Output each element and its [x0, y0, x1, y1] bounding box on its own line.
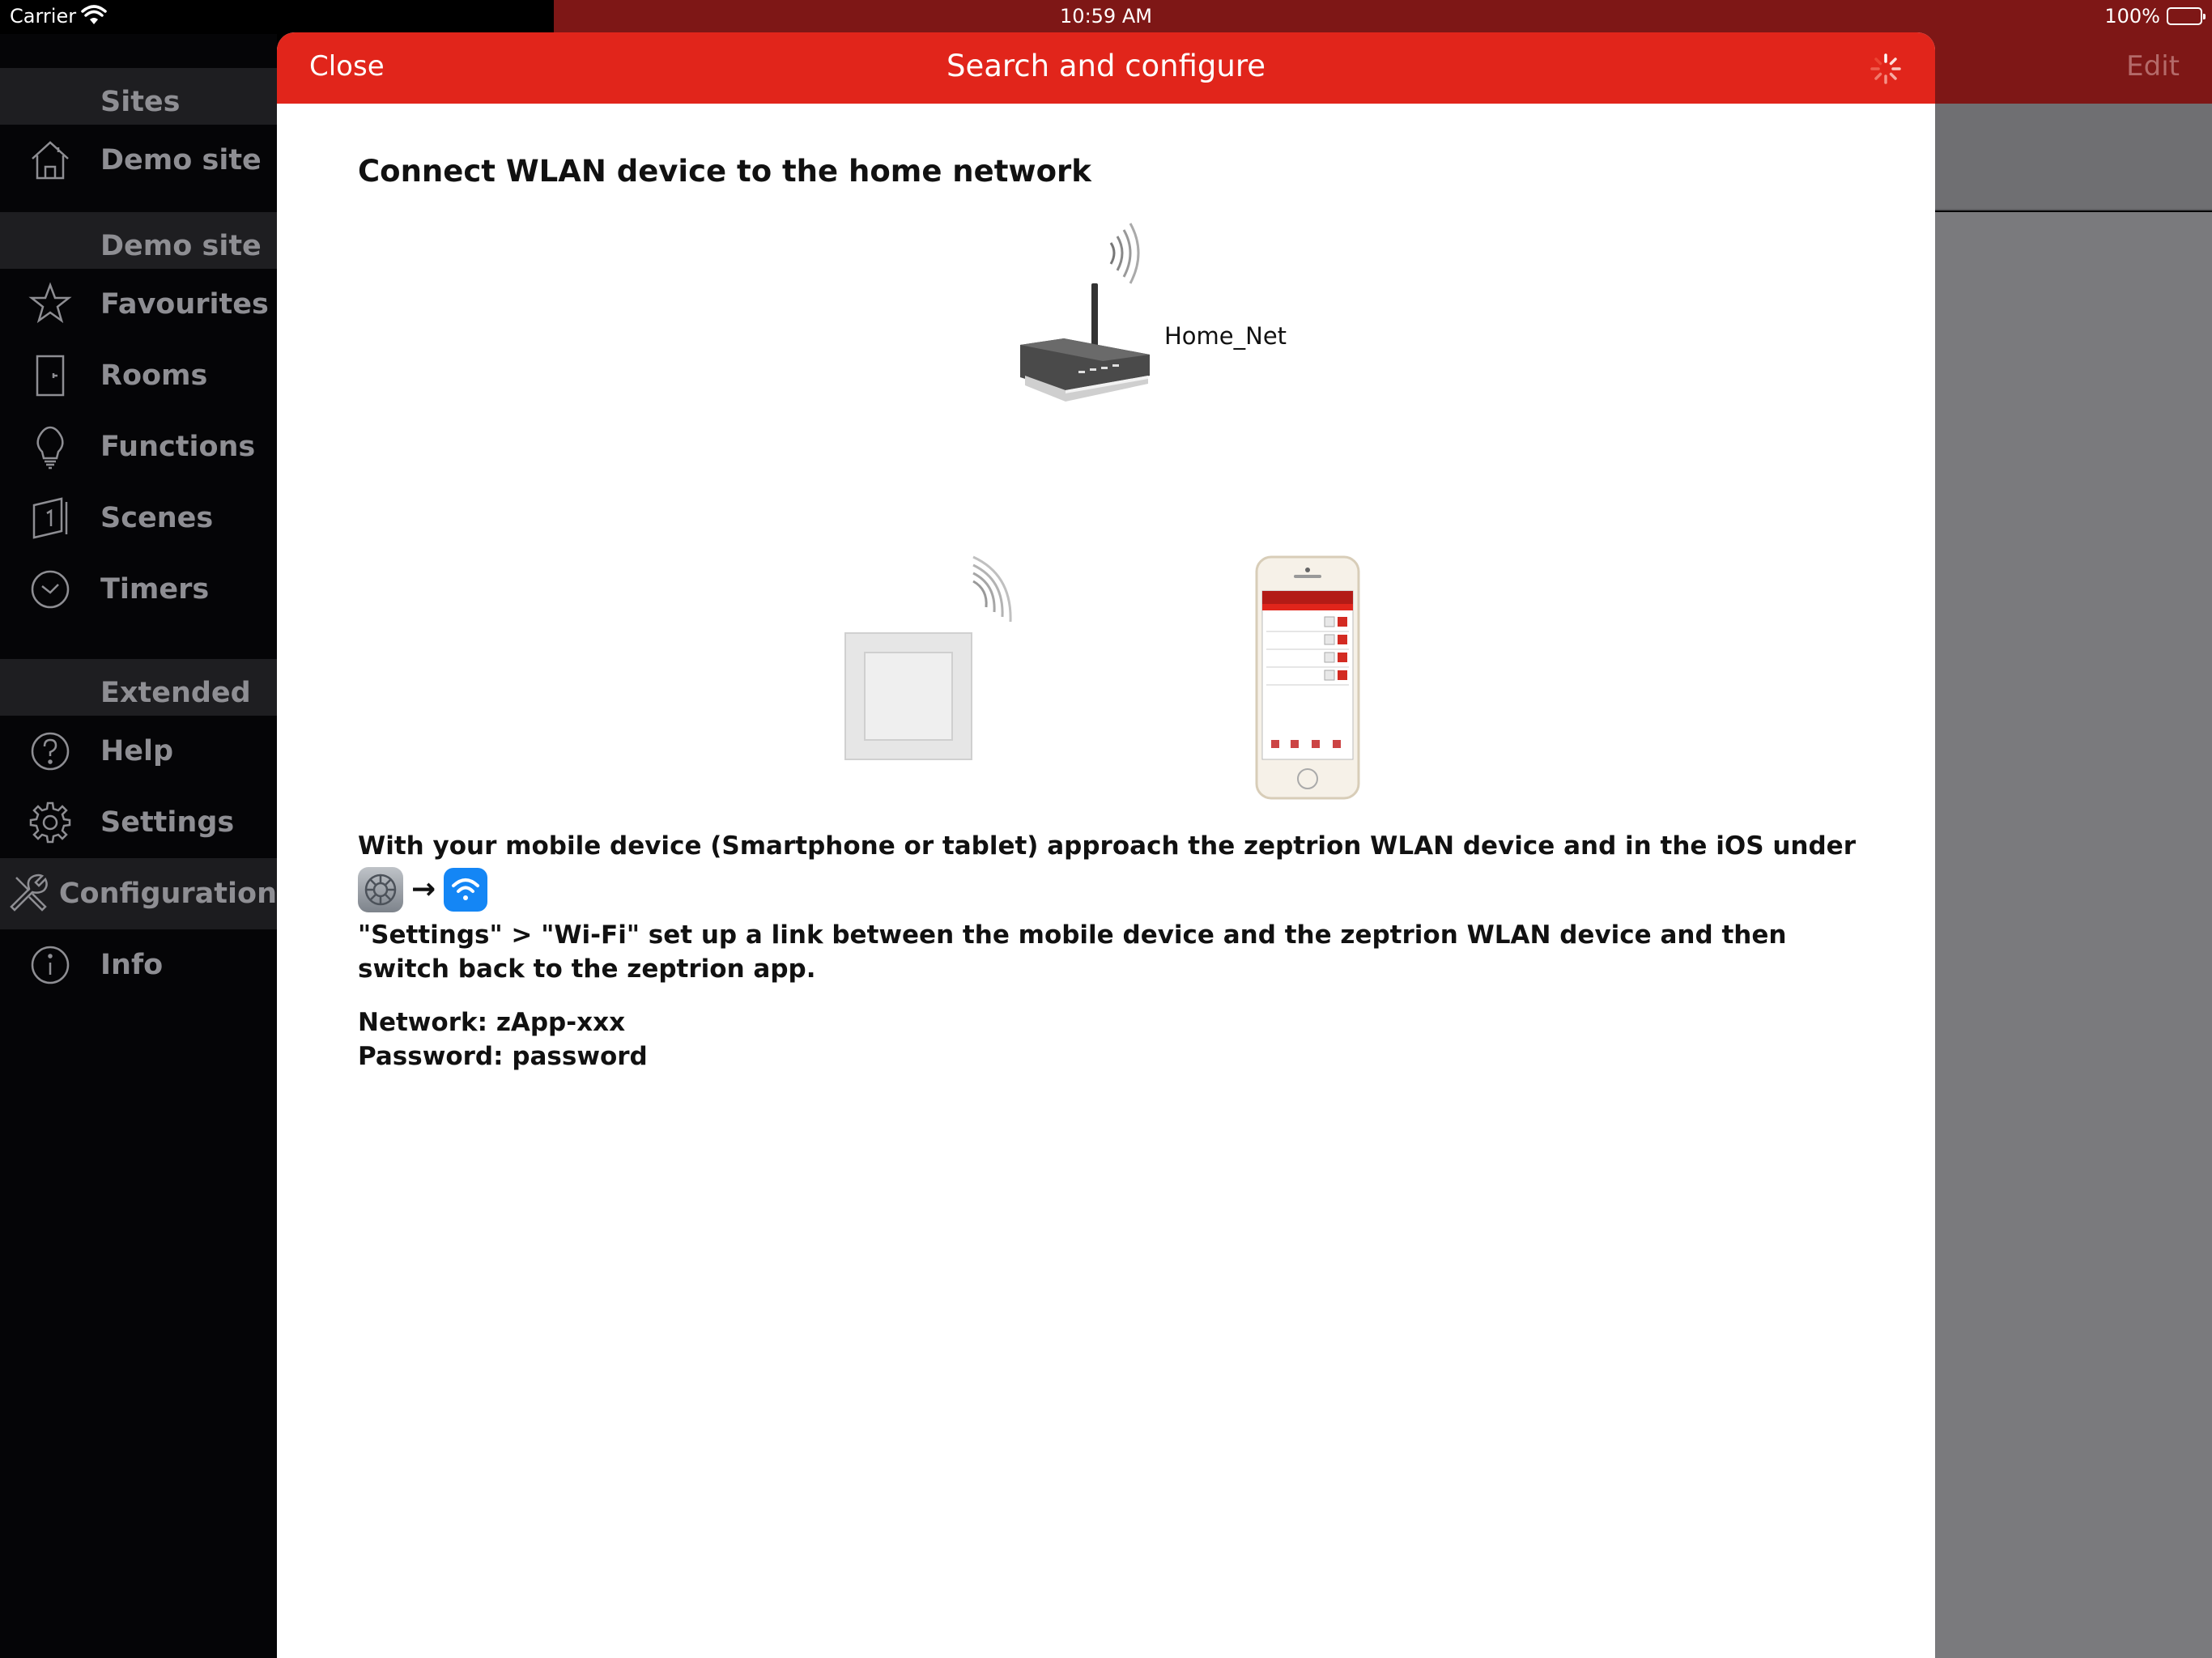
sidebar-item-info[interactable]: Info: [0, 929, 277, 1001]
house-icon: [0, 125, 100, 196]
search-configure-modal: Close Search and configure Connect WLAN …: [277, 32, 1935, 1658]
sidebar-item-help[interactable]: Help: [0, 716, 277, 787]
scene-icon: [0, 483, 100, 554]
clock-icon: [0, 554, 100, 625]
modal-title: Search and configure: [946, 49, 1266, 83]
smartphone-icon: [1255, 555, 1360, 800]
sidebar-section-extended: Extended: [0, 659, 277, 716]
sidebar-item-configuration[interactable]: Configuration: [0, 858, 277, 929]
sidebar-item-functions[interactable]: Functions: [0, 411, 277, 483]
network-name: Network: zApp-xxx: [358, 1008, 626, 1037]
sidebar-item-label: Help: [100, 735, 174, 767]
sidebar-item-timers[interactable]: Timers: [0, 554, 277, 625]
sidebar-item-label: Settings: [100, 806, 235, 839]
edit-button: Edit: [2126, 50, 2180, 83]
tools-icon: [0, 858, 59, 929]
sidebar-item-label: Rooms: [100, 359, 208, 392]
modal-nav-bar: Close Search and configure: [277, 32, 1935, 104]
sidebar-item-label: Scenes: [100, 502, 214, 534]
status-time: 10:59 AM: [1060, 5, 1152, 28]
router-network-label: Home_Net: [1164, 322, 1287, 350]
zeptrion-wlan-switch-icon: [844, 555, 1012, 760]
sidebar-item-settings[interactable]: Settings: [0, 787, 277, 858]
ios-settings-path: →: [358, 866, 1864, 913]
sidebar-item-favourites[interactable]: Favourites: [0, 269, 277, 340]
modal-heading: Connect WLAN device to the home network: [358, 154, 1091, 189]
help-icon: [0, 716, 100, 787]
wlan-router-icon: [1020, 223, 1150, 402]
ios-wifi-settings-icon: [444, 868, 488, 912]
instruction-text-1: With your mobile device (Smartphone or t…: [358, 831, 1856, 861]
door-icon: [0, 340, 100, 411]
sidebar: Sites Demo site Demo site Favourites Roo…: [0, 34, 277, 1658]
loading-spinner-icon: [1870, 53, 1901, 84]
battery-full-icon: [2167, 7, 2206, 25]
sidebar-section-sites: Sites: [0, 68, 277, 125]
sidebar-item-scenes[interactable]: Scenes: [0, 483, 277, 554]
star-icon: [0, 269, 100, 340]
gear-icon: [0, 787, 100, 858]
sidebar-item-demo-site[interactable]: Demo site: [0, 125, 277, 196]
ios-settings-app-icon: [358, 867, 403, 912]
sidebar-item-label: Functions: [100, 431, 256, 463]
instruction-text-2: "Settings" > "Wi-Fi" set up a link betwe…: [358, 920, 1787, 984]
instruction-block: With your mobile device (Smartphone or t…: [358, 829, 1864, 1073]
sidebar-section-demo-site: Demo site: [0, 212, 277, 269]
battery-percent: 100%: [2104, 5, 2160, 28]
sidebar-item-label: Demo site: [100, 144, 262, 176]
sidebar-item-label: Favourites: [100, 288, 269, 321]
sidebar-item-label: Info: [100, 949, 164, 981]
battery-indicator: 100%: [2104, 5, 2206, 28]
credentials-block: Network: zApp-xxx Password: password: [358, 1005, 1864, 1073]
arrow-right-icon: →: [411, 873, 436, 906]
sidebar-item-rooms[interactable]: Rooms: [0, 340, 277, 411]
lightbulb-icon: [0, 411, 100, 483]
sidebar-item-label: Timers: [100, 573, 210, 606]
sidebar-item-label: Configuration: [58, 878, 277, 910]
network-password: Password: password: [358, 1042, 648, 1071]
info-icon: [0, 929, 100, 1001]
